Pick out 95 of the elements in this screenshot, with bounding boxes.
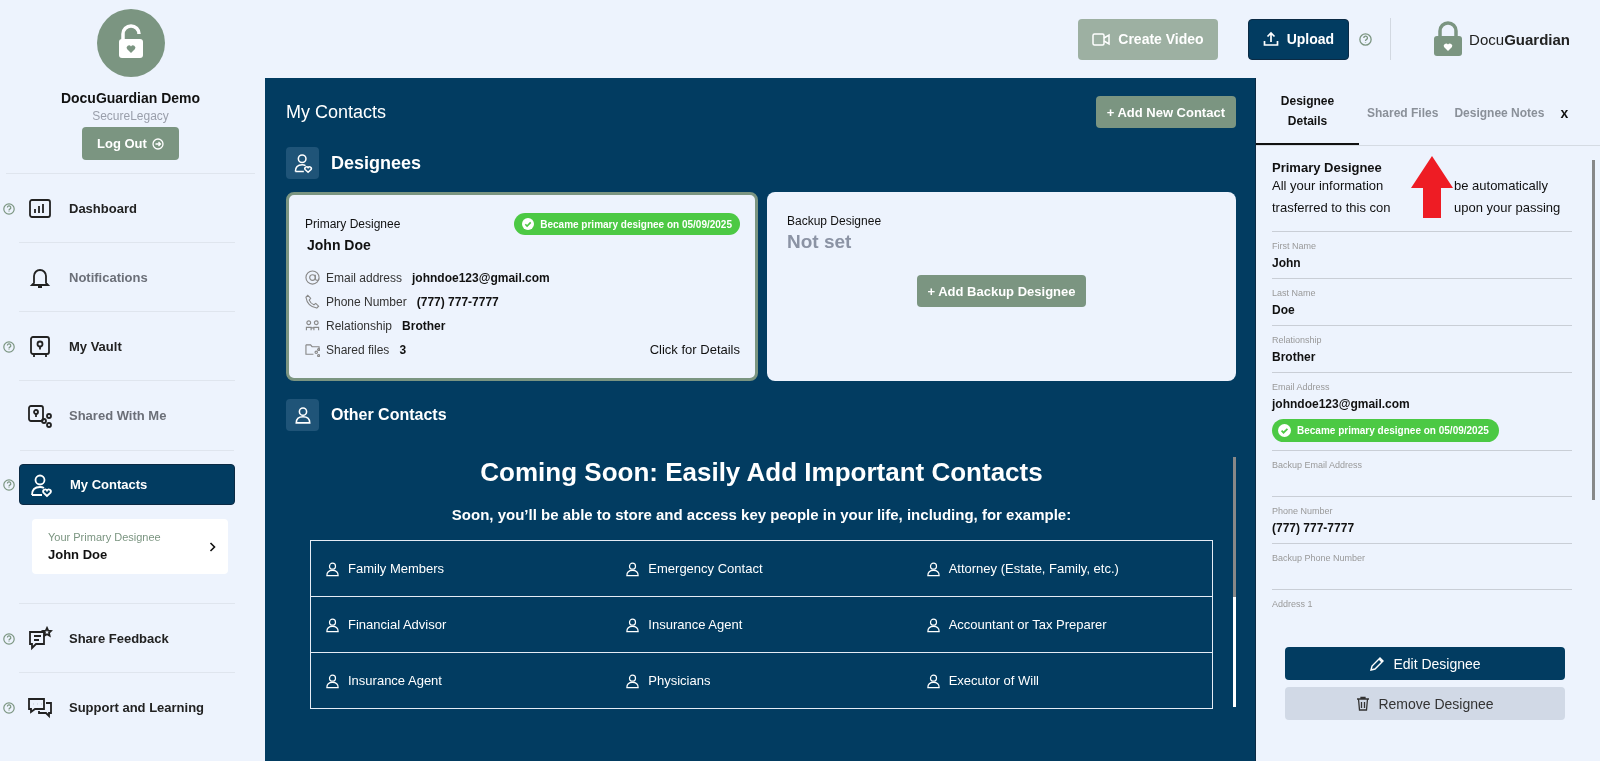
detail-value: johndoe123@gmail.com: [412, 270, 550, 285]
help-icon[interactable]: [3, 202, 15, 215]
description-text: All your information: [1272, 178, 1384, 193]
contact-type: Insurance Agent: [348, 673, 442, 688]
annotation-arrow: [1411, 156, 1453, 218]
at-sign-icon: [305, 270, 320, 285]
detail-label: Phone Number: [326, 294, 407, 309]
scrollbar[interactable]: [1233, 457, 1236, 707]
description-text: be automatically: [1454, 177, 1548, 195]
help-icon[interactable]: [3, 478, 15, 491]
help-icon[interactable]: [3, 632, 15, 645]
description-text: trasferred to this con: [1272, 200, 1391, 215]
contact-type: Accountant or Tax Preparer: [948, 617, 1107, 632]
field-value: (777) 777-7777: [1272, 521, 1356, 535]
contact-type: Emergency Contact: [648, 561, 763, 576]
section-title: Other Contacts: [331, 406, 447, 424]
check-icon: [522, 218, 535, 230]
field-value: Doe: [1272, 303, 1296, 317]
feedback-icon: [27, 625, 53, 652]
field-label: Email Address: [1272, 382, 1331, 392]
card-label: Backup Designee: [787, 214, 883, 228]
vault-icon: [27, 333, 53, 360]
person-icon: [925, 616, 941, 633]
close-button[interactable]: x: [1556, 104, 1573, 121]
status-badge: Became primary designee on 05/09/2025: [514, 213, 740, 235]
contact-type: Family Members: [348, 561, 445, 576]
contact-type: Physicians: [648, 673, 711, 688]
logout-icon: [151, 137, 164, 150]
phone-icon: [305, 294, 320, 309]
help-icon[interactable]: [1359, 32, 1373, 46]
section-title: Designees: [331, 152, 422, 174]
field-label: Address 1: [1272, 599, 1314, 609]
upload-button[interactable]: Upload: [1247, 18, 1350, 60]
detail-value: Brother: [402, 318, 446, 333]
detail-label: Shared files: [326, 342, 390, 357]
person-icon: [925, 672, 941, 689]
profile-subtitle: SecureLegacy: [92, 109, 169, 123]
help-icon[interactable]: [3, 340, 15, 353]
page-title: My Contacts: [286, 101, 387, 123]
remove-button[interactable]: Remove Designee: [1285, 687, 1565, 720]
person-icon: [325, 672, 340, 689]
video-camera-icon: [1092, 32, 1111, 46]
field-label: Backup Phone Number: [1272, 553, 1367, 563]
detail-value: 3: [399, 342, 407, 357]
primary-designee-card[interactable]: Primary Designee Became primary designee on 05/09/2025 John Doe Email address johndoe123@gmail.com Phone Number (777) 777-7777 Relationship Brother Shared files 3 Click for Details: [286, 192, 758, 381]
scrollbar[interactable]: [1592, 160, 1595, 500]
logo-text: DocuGuardian: [1469, 30, 1570, 48]
person-icon: [325, 616, 340, 633]
field-label: Phone Number: [1272, 506, 1334, 516]
contact-type: Insurance Agent: [648, 617, 743, 632]
person-icon: [625, 560, 641, 577]
edit-button[interactable]: Edit Designee: [1285, 647, 1565, 680]
panel-heading: Primary Designee: [1272, 160, 1383, 175]
primary-designee-card[interactable]: Your Primary Designee John Doe: [32, 519, 228, 574]
designee-name: Not set: [787, 231, 853, 253]
help-icon[interactable]: [3, 701, 15, 714]
profile-name: DocuGuardian Demo: [60, 90, 201, 106]
pencil-icon: [1369, 655, 1386, 672]
nav-item[interactable]: Dashboard: [19, 188, 235, 229]
primary-designee-name: John Doe: [48, 547, 109, 562]
person-icon: [925, 560, 941, 577]
chevron-right-icon: [209, 541, 216, 552]
contact-type: Attorney (Estate, Family, etc.): [948, 561, 1119, 576]
field-value: Brother: [1272, 350, 1317, 364]
person-icon: [625, 672, 641, 689]
status-badge: Became primary designee on 05/09/2025: [1272, 419, 1499, 442]
designee-name: John Doe: [307, 237, 372, 253]
trash-icon: [1356, 696, 1371, 711]
person-icon: [625, 616, 641, 633]
person-icon: [286, 399, 319, 431]
contact-type: Executor of Will: [948, 673, 1039, 688]
shared-folder-icon: [305, 342, 320, 357]
detail-value: (777) 777-7777: [416, 294, 499, 309]
primary-designee-label: Your Primary Designee: [48, 531, 161, 543]
people-icon: [305, 318, 320, 333]
upload-icon: [1262, 31, 1279, 47]
detail-label: Relationship: [326, 318, 393, 333]
details-link[interactable]: Click for Details: [649, 342, 740, 357]
field-label: Last Name: [1272, 288, 1317, 298]
tab[interactable]: Designee Details: [1256, 80, 1359, 145]
lock-avatar-icon: [96, 9, 165, 77]
shared-vault-icon: [27, 402, 53, 429]
contact-type: Financial Advisor: [348, 617, 447, 632]
check-icon: [1278, 424, 1291, 437]
coming-soon-heading: Coming Soon: Easily Add Important Contacts: [480, 457, 1043, 488]
field-value: johndoe123@gmail.com: [1272, 397, 1411, 411]
field-label: Relationship: [1272, 335, 1323, 345]
description-text: upon your passing: [1454, 199, 1561, 217]
field-label: Backup Email Address: [1272, 460, 1364, 470]
coming-soon-subtitle: Soon, you’ll be able to store and access key people in your life, including, for example:: [451, 506, 1072, 523]
field-value: John: [1272, 256, 1302, 270]
detail-label: Email address: [326, 270, 403, 285]
card-label: Primary Designee: [305, 217, 401, 231]
person-icon: [325, 560, 340, 577]
field-label: First Name: [1272, 241, 1317, 251]
